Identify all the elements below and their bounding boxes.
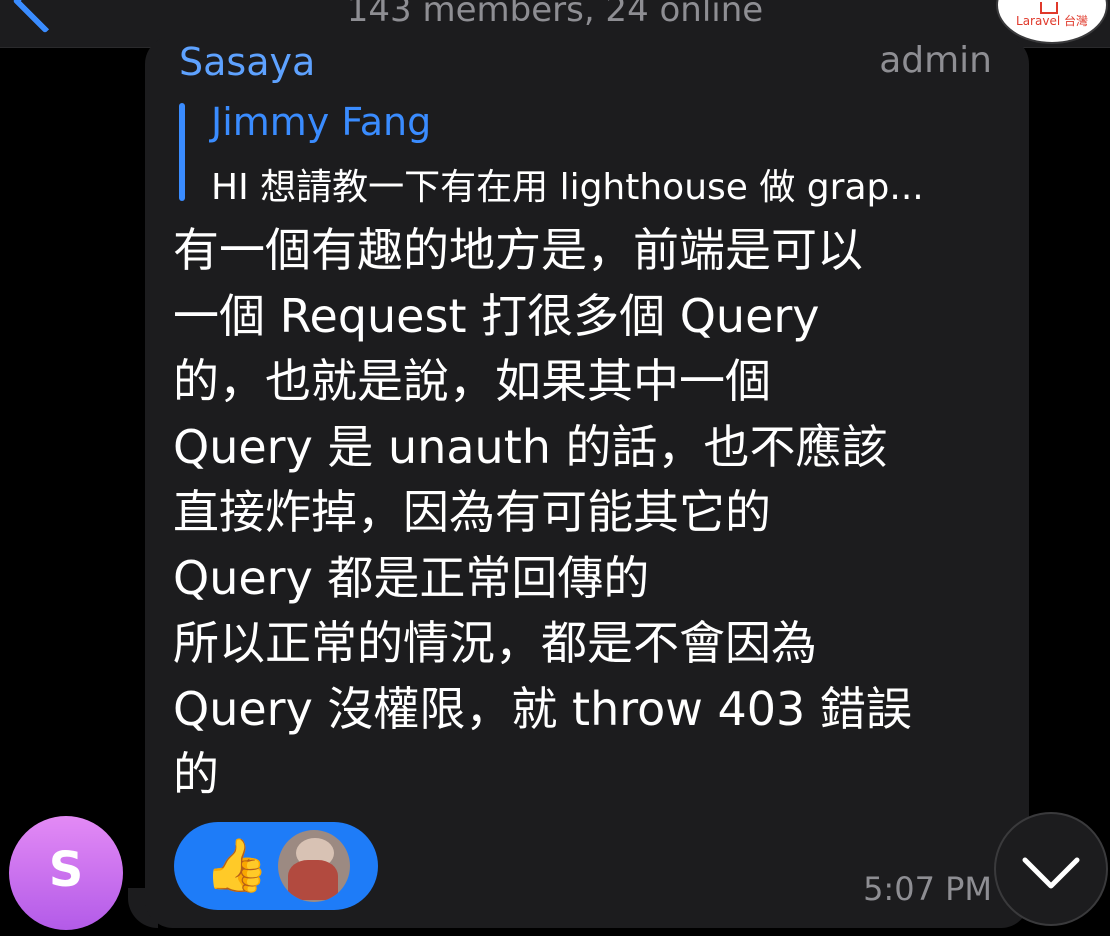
message-time: 5:07 PM — [863, 870, 992, 908]
message-line: 一個 Request 打很多個 Query — [173, 288, 820, 343]
channel-avatar-label: Laravel 台灣 — [1016, 14, 1088, 28]
chevron-down-icon — [1022, 857, 1080, 889]
reply-author[interactable]: Jimmy Fang — [211, 100, 431, 144]
reply-preview-text[interactable]: HI 想請教一下有在用 lighthouse 做 grap... — [211, 158, 1001, 210]
members-count[interactable]: 143 members, 24 online — [0, 0, 1110, 30]
message-line: 的 — [173, 747, 219, 801]
message-line: 所以正常的情況，都是不會因為 — [173, 616, 817, 670]
avatar-initial: S — [48, 842, 84, 898]
sender-avatar[interactable]: S — [9, 816, 123, 930]
message-line: 直接炸掉，因為有可能其它的 — [173, 485, 771, 539]
message-line: Query 沒權限，就 throw 403 錯誤 — [173, 681, 912, 736]
sender-role-badge: admin — [879, 40, 992, 81]
reply-quote-bar — [179, 103, 185, 201]
reactor-avatar[interactable] — [278, 830, 350, 902]
message-line: Query 是 unauth 的話，也不應該 — [173, 419, 888, 474]
sender-name[interactable]: Sasaya — [179, 40, 315, 84]
reaction-pill[interactable]: 👍 — [174, 822, 378, 910]
scroll-down-button[interactable] — [994, 812, 1108, 926]
message-line: 有一個有趣的地方是，前端是可以 — [173, 223, 863, 277]
message-line: 的，也就是說，如果其中一個 — [173, 354, 771, 408]
thumbs-up-icon: 👍 — [204, 836, 269, 896]
message-line: Query 都是正常回傳的 — [173, 550, 650, 605]
message-text: 有一個有趣的地方是，前端是可以 一個 Request 打很多個 Query 的，… — [173, 218, 973, 808]
